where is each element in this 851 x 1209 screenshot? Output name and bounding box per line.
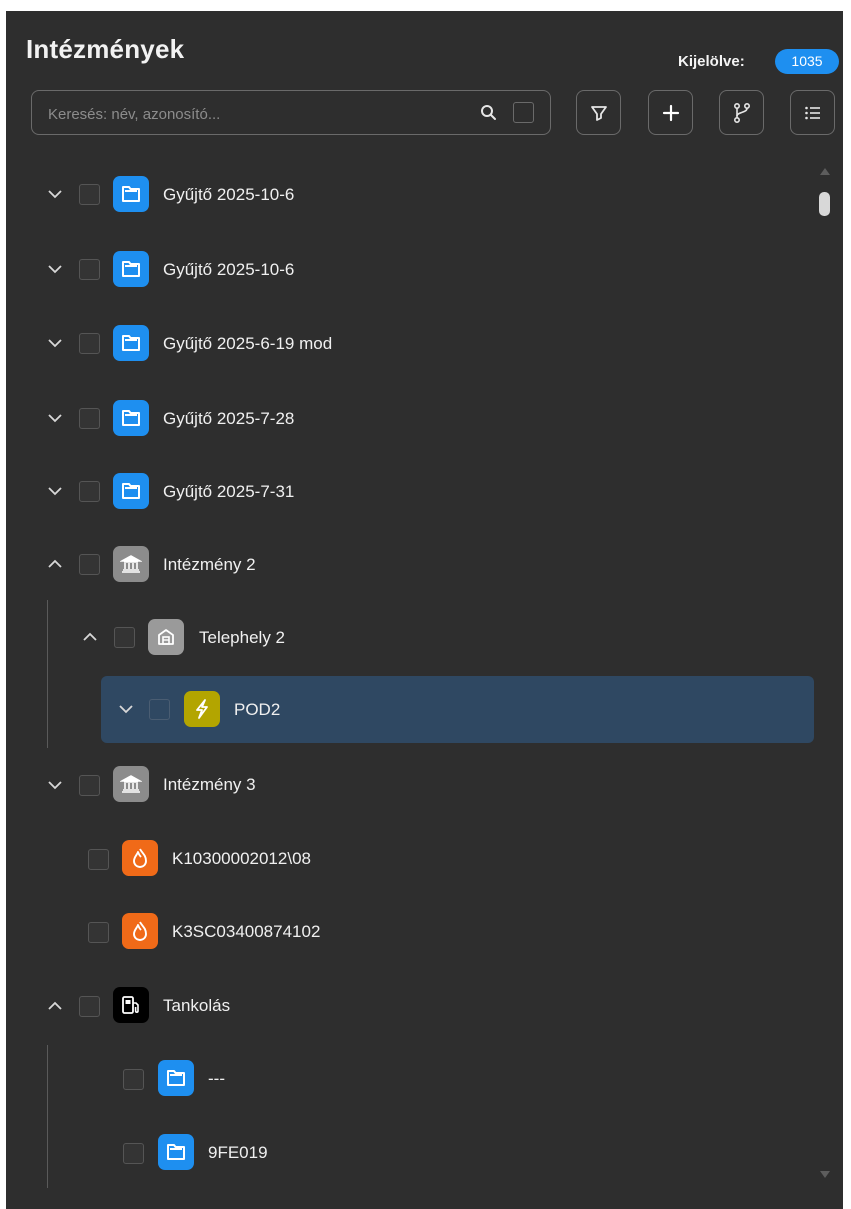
tree-item-checkbox[interactable] bbox=[114, 627, 135, 648]
chevron-down-icon[interactable] bbox=[47, 261, 63, 277]
tree-item-checkbox[interactable] bbox=[79, 775, 100, 796]
tree-item-checkbox[interactable] bbox=[79, 481, 100, 502]
folder-icon bbox=[113, 176, 149, 212]
folder-icon bbox=[158, 1134, 194, 1170]
tree-item-label[interactable]: Gyűjtő 2025-7-28 bbox=[163, 409, 294, 429]
institution-icon bbox=[113, 766, 149, 802]
tree-guide-line bbox=[47, 1045, 48, 1188]
search-exact-checkbox[interactable] bbox=[513, 102, 534, 123]
tree-item-label[interactable]: Intézmény 3 bbox=[163, 775, 256, 795]
tree-item-label[interactable]: Gyűjtő 2025-6-19 mod bbox=[163, 334, 332, 354]
tree-item-checkbox[interactable] bbox=[79, 554, 100, 575]
chevron-down-icon[interactable] bbox=[47, 483, 63, 499]
list-view-button[interactable] bbox=[790, 90, 835, 135]
folder-icon bbox=[113, 473, 149, 509]
chevron-up-icon[interactable] bbox=[47, 998, 63, 1014]
list-icon bbox=[804, 106, 820, 119]
search-icon[interactable] bbox=[479, 103, 499, 123]
folder-icon bbox=[158, 1060, 194, 1096]
search-input[interactable] bbox=[46, 100, 470, 128]
tree-item-checkbox[interactable] bbox=[79, 996, 100, 1017]
tree-item-checkbox[interactable] bbox=[123, 1069, 144, 1090]
gas-flame-icon bbox=[122, 840, 158, 876]
plus-icon bbox=[662, 104, 679, 121]
tree-item-label[interactable]: Tankolás bbox=[163, 996, 230, 1016]
add-button[interactable] bbox=[648, 90, 693, 135]
folder-icon bbox=[113, 325, 149, 361]
electricity-icon bbox=[184, 691, 220, 727]
tree-item-checkbox[interactable] bbox=[123, 1143, 144, 1164]
scrollbar-thumb[interactable] bbox=[819, 192, 830, 216]
folder-icon bbox=[113, 400, 149, 436]
scroll-down-arrow-icon[interactable] bbox=[818, 1170, 832, 1180]
institution-icon bbox=[113, 546, 149, 582]
chevron-down-icon[interactable] bbox=[47, 335, 63, 351]
tree-item-label[interactable]: Gyűjtő 2025-7-31 bbox=[163, 482, 294, 502]
tree-item-checkbox[interactable] bbox=[79, 259, 100, 280]
folder-icon bbox=[113, 251, 149, 287]
tree-item-checkbox[interactable] bbox=[79, 333, 100, 354]
panel-title: Intézmények bbox=[26, 34, 185, 64]
tree-item-label[interactable]: --- bbox=[208, 1069, 225, 1089]
tree-item-label[interactable]: Gyűjtő 2025-10-6 bbox=[163, 260, 294, 280]
chevron-down-icon[interactable] bbox=[47, 777, 63, 793]
tree-item-checkbox[interactable] bbox=[79, 408, 100, 429]
chevron-down-icon[interactable] bbox=[47, 186, 63, 202]
branch-button[interactable] bbox=[719, 90, 764, 135]
chevron-down-icon[interactable] bbox=[118, 701, 134, 717]
chevron-down-icon[interactable] bbox=[47, 410, 63, 426]
tree-item-label[interactable]: 9FE019 bbox=[208, 1143, 268, 1163]
tree-guide-line bbox=[47, 600, 48, 748]
selected-count-label: Kijelölve: bbox=[678, 53, 745, 70]
site-building-icon bbox=[148, 619, 184, 655]
tree-item-label[interactable]: Gyűjtő 2025-10-6 bbox=[163, 185, 294, 205]
tree-item-label[interactable]: K10300002012\08 bbox=[172, 849, 311, 869]
fuel-pump-icon bbox=[113, 987, 149, 1023]
scroll-up-arrow-icon[interactable] bbox=[818, 166, 832, 176]
tree-item-checkbox[interactable] bbox=[149, 699, 170, 720]
chevron-up-icon[interactable] bbox=[82, 629, 98, 645]
branch-icon bbox=[733, 102, 750, 123]
tree-item-label[interactable]: K3SC03400874102 bbox=[172, 922, 320, 942]
tree-item-checkbox[interactable] bbox=[88, 849, 109, 870]
tree-item-label[interactable]: POD2 bbox=[234, 700, 280, 720]
tree-item-label[interactable]: Telephely 2 bbox=[199, 628, 285, 648]
tree-item-checkbox[interactable] bbox=[79, 184, 100, 205]
chevron-up-icon[interactable] bbox=[47, 556, 63, 572]
filter-button[interactable] bbox=[576, 90, 621, 135]
tree-item-checkbox[interactable] bbox=[88, 922, 109, 943]
selected-count-badge: 1035 bbox=[775, 49, 839, 74]
gas-flame-icon bbox=[122, 913, 158, 949]
search-box bbox=[31, 90, 551, 135]
filter-icon bbox=[590, 105, 607, 121]
tree-item-label[interactable]: Intézmény 2 bbox=[163, 555, 256, 575]
